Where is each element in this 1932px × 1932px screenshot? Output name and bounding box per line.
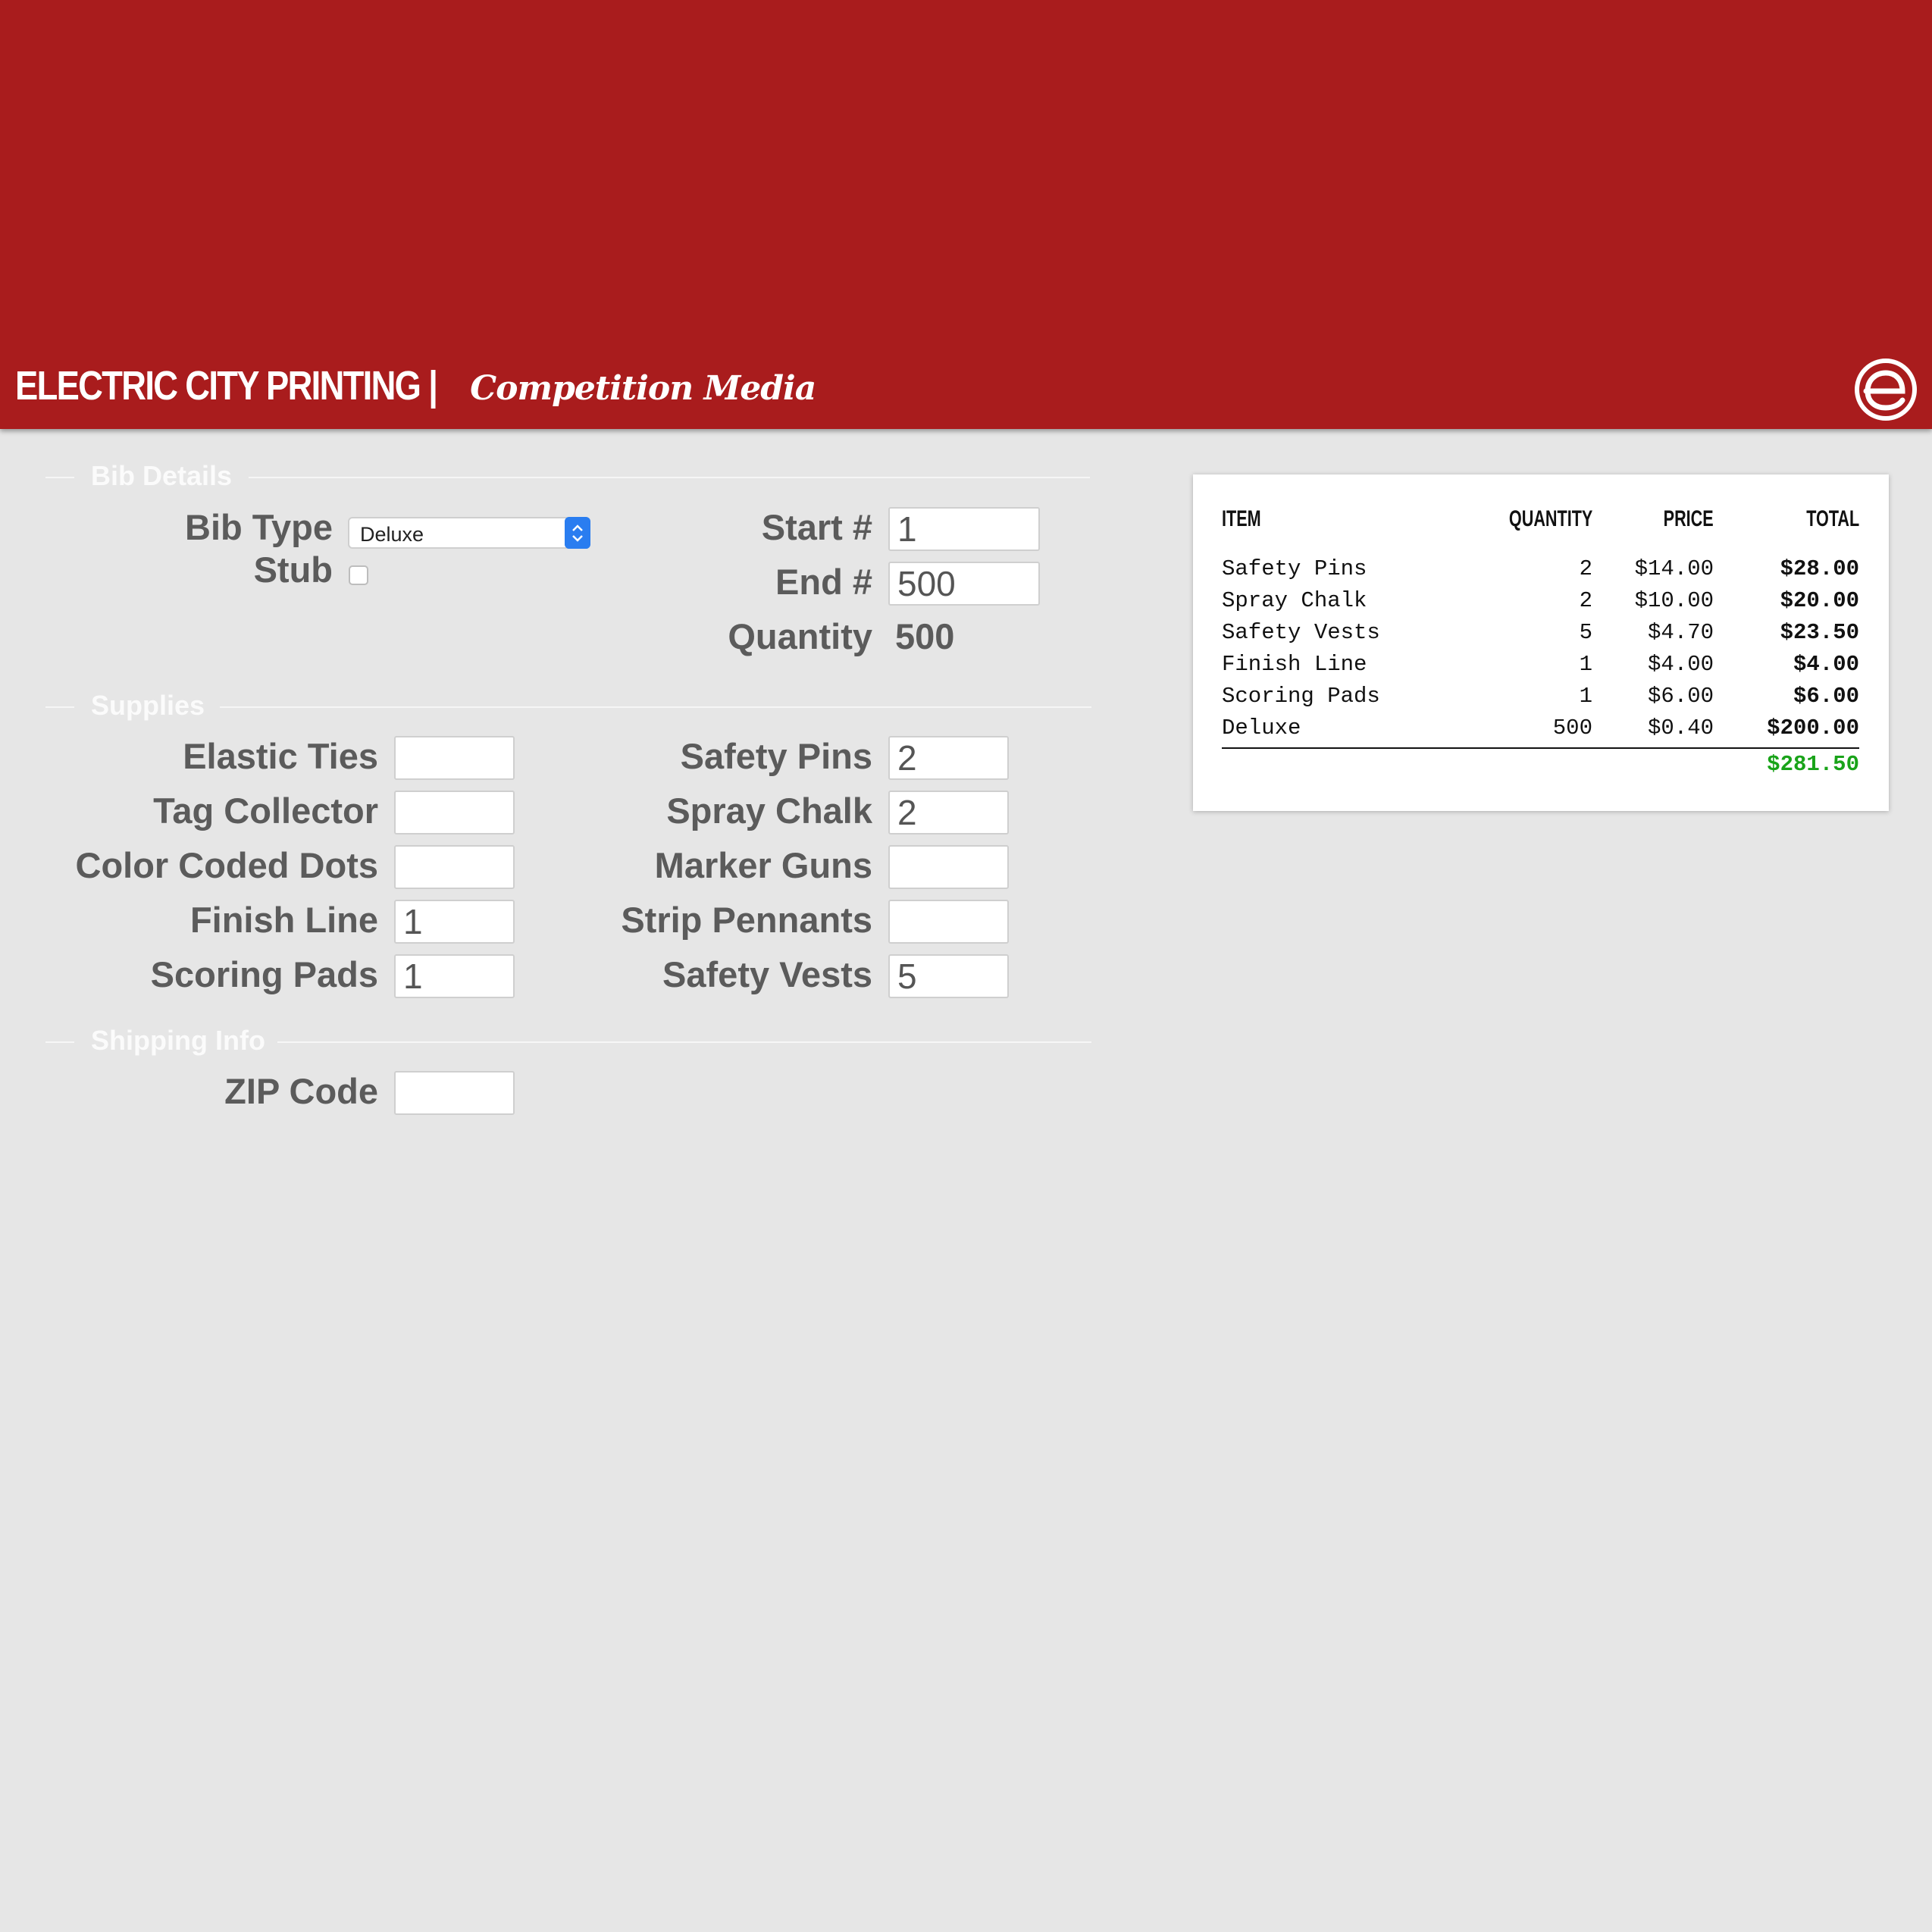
section-shipping-info: Shipping Info (0, 1025, 1091, 1056)
bib-type-label: Bib Type (185, 507, 333, 547)
column-header-price: PRICE (1663, 506, 1714, 531)
supply-label-spray-chalk: Spray Chalk (666, 791, 872, 831)
select-arrows-icon (565, 517, 590, 549)
table-row: Deluxe 500 $0.40 $200.00 (1193, 715, 1889, 747)
cell-quantity: 2 (1579, 556, 1592, 581)
bib-type-select[interactable]: Deluxe (348, 517, 590, 549)
cell-item: Safety Pins (1222, 556, 1367, 581)
cell-price: $0.40 (1647, 715, 1714, 741)
cell-item: Safety Vests (1222, 620, 1380, 645)
order-summary-panel: ITEM QUANTITY PRICE TOTAL Safety Pins 2 … (1193, 474, 1889, 811)
supply-input-elastic-ties[interactable] (394, 736, 515, 780)
supply-input-strip-pennants[interactable] (888, 900, 1009, 944)
cell-item: Spray Chalk (1222, 588, 1367, 613)
stub-checkbox[interactable] (349, 565, 368, 585)
supply-label-safety-pins: Safety Pins (680, 736, 872, 776)
supply-label-safety-vests: Safety Vests (662, 954, 872, 994)
start-number-input[interactable] (888, 507, 1040, 551)
cell-item: Finish Line (1222, 652, 1367, 677)
cell-price: $14.00 (1634, 556, 1714, 581)
cell-total: $20.00 (1780, 588, 1859, 613)
column-header-item: ITEM (1222, 506, 1261, 531)
supply-input-spray-chalk[interactable] (888, 791, 1009, 834)
supply-input-scoring-pads[interactable] (394, 954, 515, 998)
supply-label-scoring-pads: Scoring Pads (150, 954, 378, 994)
table-row: Scoring Pads 1 $6.00 $6.00 (1193, 684, 1889, 715)
section-supplies-label: Supplies (91, 690, 205, 721)
cell-total: $200.00 (1767, 715, 1859, 741)
cell-price: $10.00 (1634, 588, 1714, 613)
stub-label: Stub (253, 550, 333, 590)
supply-input-safety-vests[interactable] (888, 954, 1009, 998)
supply-input-tag-collector[interactable] (394, 791, 515, 834)
cell-item: Deluxe (1222, 715, 1301, 741)
cell-total: $6.00 (1793, 684, 1859, 709)
section-supplies: Supplies (0, 690, 1091, 721)
supply-label-marker-guns: Marker Guns (654, 845, 872, 885)
brand-sub-text: Competition Media (470, 369, 816, 408)
supply-label-color-coded-dots: Color Coded Dots (75, 845, 378, 885)
cell-item: Scoring Pads (1222, 684, 1380, 709)
table-row: Spray Chalk 2 $10.00 $20.00 (1193, 588, 1889, 620)
supply-label-finish-line: Finish Line (189, 900, 378, 940)
brand-title: ELECTRIC CITY PRINTING | Competition Med… (15, 362, 816, 409)
cell-price: $4.70 (1647, 620, 1714, 645)
table-row: Safety Pins 2 $14.00 $28.00 (1193, 556, 1889, 588)
table-row: Finish Line 1 $4.00 $4.00 (1193, 652, 1889, 684)
supply-input-safety-pins[interactable] (888, 736, 1009, 780)
quantity-label: Quantity (728, 616, 872, 656)
column-header-total: TOTAL (1806, 506, 1859, 531)
supply-input-finish-line[interactable] (394, 900, 515, 944)
section-bib-details: Bib Details (0, 460, 1091, 491)
cell-quantity: 2 (1579, 588, 1592, 613)
start-number-label: Start # (761, 507, 872, 547)
cell-quantity: 5 (1579, 620, 1592, 645)
zip-code-input[interactable] (394, 1071, 515, 1115)
column-header-quantity: QUANTITY (1508, 506, 1592, 531)
supply-input-marker-guns[interactable] (888, 845, 1009, 889)
total-divider (1222, 747, 1859, 749)
electric-city-logo-icon[interactable] (1854, 358, 1918, 421)
supply-label-strip-pennants: Strip Pennants (621, 900, 872, 940)
brand-main-text: ELECTRIC CITY PRINTING | (15, 363, 438, 409)
cell-total: $23.50 (1780, 620, 1859, 645)
cell-total: $28.00 (1780, 556, 1859, 581)
quantity-value: 500 (895, 616, 955, 656)
section-bib-details-label: Bib Details (91, 460, 233, 491)
end-number-label: End # (775, 562, 872, 602)
bib-type-select-value: Deluxe (360, 523, 424, 546)
cell-total: $4.00 (1793, 652, 1859, 677)
cell-price: $4.00 (1647, 652, 1714, 677)
supply-label-elastic-ties: Elastic Ties (183, 736, 378, 776)
cell-quantity: 1 (1579, 652, 1592, 677)
grand-total: $281.50 (1767, 752, 1859, 777)
cell-quantity: 500 (1552, 715, 1592, 741)
table-row: Safety Vests 5 $4.70 $23.50 (1193, 620, 1889, 652)
zip-code-label: ZIP Code (224, 1071, 378, 1111)
supply-label-tag-collector: Tag Collector (153, 791, 378, 831)
section-shipping-info-label: Shipping Info (91, 1025, 265, 1056)
cell-price: $6.00 (1647, 684, 1714, 709)
app-header: ELECTRIC CITY PRINTING | Competition Med… (0, 0, 1932, 429)
end-number-input[interactable] (888, 562, 1040, 606)
cell-quantity: 1 (1579, 684, 1592, 709)
supply-input-color-coded-dots[interactable] (394, 845, 515, 889)
